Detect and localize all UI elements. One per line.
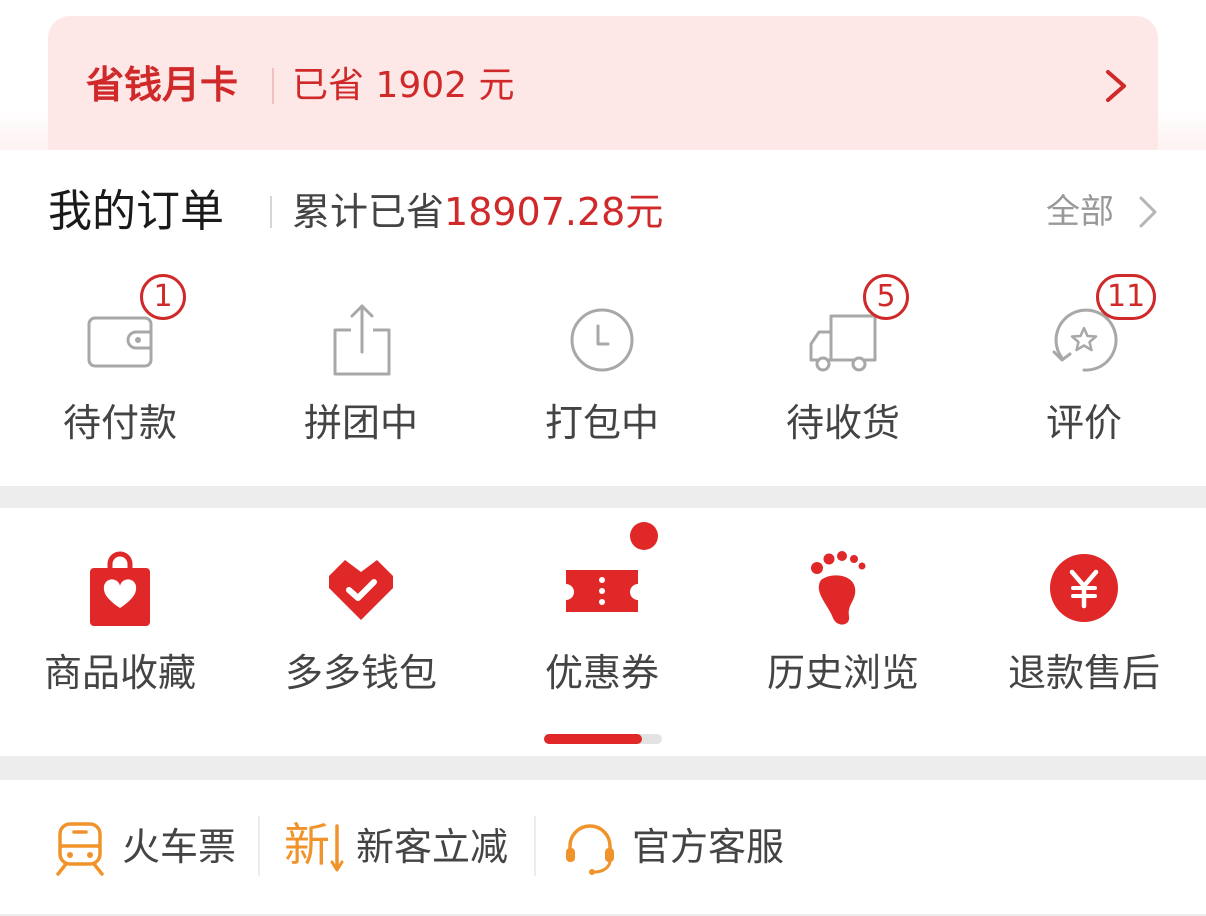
tool-coupons[interactable]: 优惠券 (497, 522, 707, 708)
tool-label: 商品收藏 (43, 651, 196, 695)
arrow-down-icon (330, 824, 344, 872)
order-item-label: 打包中 (544, 401, 659, 445)
order-badge: 5 (863, 274, 909, 320)
orders-divider (270, 196, 272, 228)
service-label: 火车票 (122, 825, 237, 869)
shopping-bag-heart-icon (90, 551, 150, 626)
tool-label: 历史浏览 (766, 651, 919, 695)
order-item-label: 待收货 (785, 401, 900, 445)
order-item-review[interactable]: 11 评价 (984, 274, 1184, 450)
service-customer-support[interactable]: 官方客服 (562, 816, 802, 880)
order-item-pending-delivery[interactable]: 5 待收货 (743, 274, 943, 450)
order-item-label: 评价 (1045, 401, 1122, 445)
tool-label: 退款售后 (1007, 651, 1160, 695)
orders-saved-prefix: 累计已省 (292, 190, 445, 234)
service-new-customer-discount[interactable]: 新 新客立减 (284, 816, 524, 880)
service-label: 官方客服 (632, 825, 785, 869)
orders-saved-amount: 18907.28元 (444, 190, 664, 234)
chevron-right-icon[interactable] (1136, 194, 1160, 230)
orders-total-saved: 累计已省18907.28元 (292, 186, 663, 238)
order-item-group-buying[interactable]: 拼团中 (261, 280, 461, 450)
order-item-label: 拼团中 (303, 401, 418, 445)
tools-scroll-thumb (544, 734, 642, 744)
new-customer-icon: 新 (284, 818, 330, 872)
tool-favorites[interactable]: 商品收藏 (15, 538, 225, 708)
tool-duoduo-wallet[interactable]: 多多钱包 (256, 538, 466, 708)
order-item-label: 待付款 (62, 401, 177, 445)
coupon-icon (566, 570, 638, 612)
tool-refund-after-sales[interactable]: 退款售后 (979, 538, 1189, 708)
tool-label: 优惠券 (544, 651, 659, 695)
service-divider (258, 816, 260, 876)
shortcut-tools-section: 商品收藏 多多钱包 优惠券 历史浏览 退款售后 (0, 508, 1206, 756)
coupon-notification-dot (630, 522, 658, 550)
tool-browsing-history[interactable]: 历史浏览 (738, 538, 948, 708)
services-section: 火车票 新 新客立减 官方客服 (0, 780, 1206, 914)
service-label: 新客立减 (356, 825, 509, 869)
savings-month-card[interactable]: 省钱月卡 已省 1902 元 (48, 16, 1158, 166)
footprint-icon (811, 551, 866, 625)
yuan-coin-icon (1050, 554, 1118, 622)
my-orders-section: 我的订单 累计已省18907.28元 全部 1 待付款 拼团中 打包中 5 待收… (0, 150, 1206, 486)
heart-wallet-icon (329, 560, 393, 620)
all-orders-link[interactable]: 全部 (1046, 188, 1114, 236)
headset-icon (566, 824, 614, 875)
tool-label: 多多钱包 (284, 651, 437, 695)
savings-card-divider (272, 68, 274, 104)
train-icon (56, 822, 104, 876)
order-item-packing[interactable]: 打包中 (502, 280, 702, 450)
savings-card-title: 省钱月卡 (86, 63, 239, 107)
savings-card-saved: 已省 1902 元 (292, 65, 515, 106)
chevron-right-icon (1106, 70, 1126, 102)
order-badge: 11 (1096, 274, 1157, 320)
service-divider (534, 816, 536, 876)
share-icon (333, 304, 391, 376)
order-badge: 1 (140, 274, 186, 320)
order-item-pending-payment[interactable]: 1 待付款 (20, 274, 220, 450)
clock-icon (570, 308, 634, 372)
service-train-tickets[interactable]: 火车票 (52, 816, 252, 880)
orders-title: 我的订单 (48, 186, 224, 237)
